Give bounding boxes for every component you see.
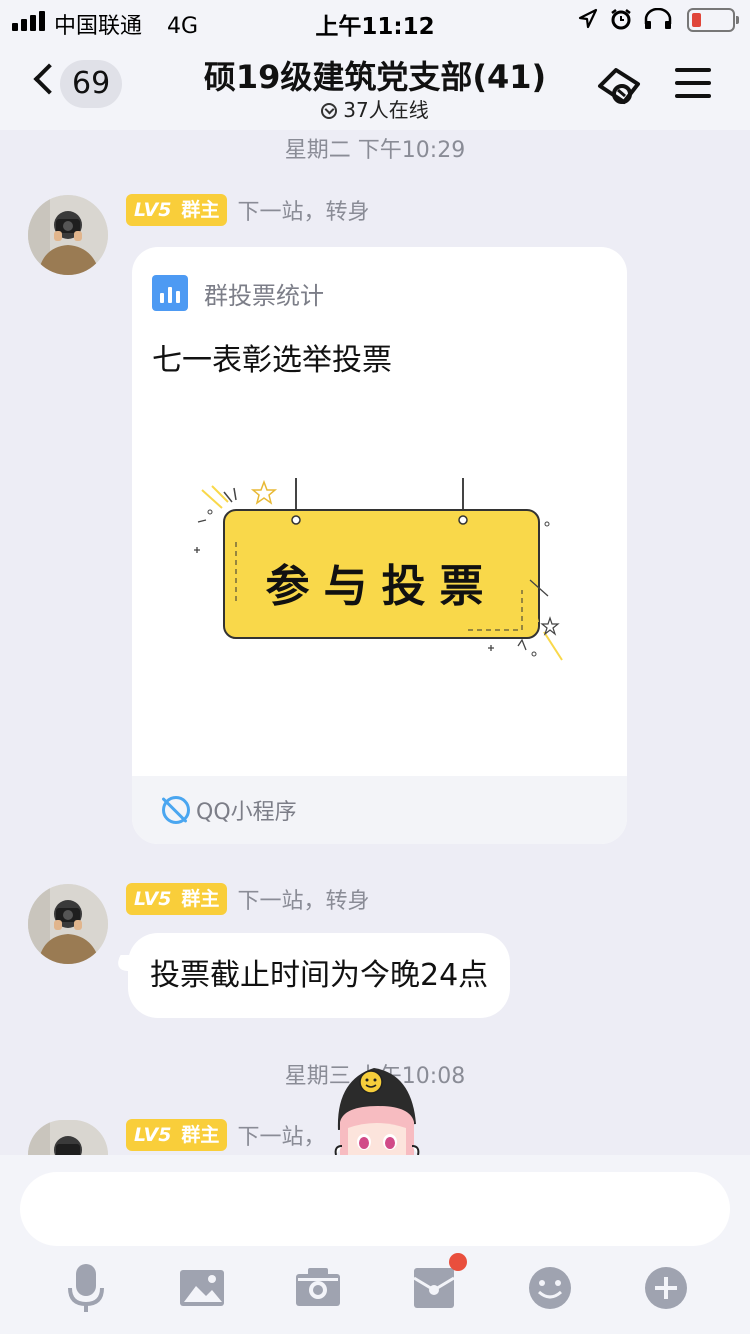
role-label: 群主 [181,1124,220,1146]
poll-chart-icon [152,275,188,311]
sender-name: 下一站，转身 [237,200,370,225]
level-badge: LV5 群主 [126,194,228,226]
emoji-icon [529,1267,571,1309]
status-bar: 中国联通 4G 上午11:12 [0,0,750,40]
level-badge: LV5 群主 [126,1119,228,1151]
avatar[interactable] [28,195,108,275]
camera-icon [296,1268,340,1306]
back-button[interactable]: 69 [28,56,128,112]
headphones-icon [642,7,674,35]
card-footer: QQ小程序 [132,776,627,844]
anime-girl-sticker[interactable] [326,1060,426,1156]
level-label: LV5 [134,888,172,910]
voice-button[interactable] [58,1260,114,1316]
notification-dot [449,1253,467,1271]
sender-name: 下一站， [237,1125,326,1150]
unread-count-badge: 69 [60,60,123,108]
message-input[interactable] [20,1172,730,1246]
plus-icon [645,1267,687,1309]
card-header: 群投票统计 [152,275,324,311]
online-status[interactable]: 37人在线 [150,94,600,123]
level-label: LV5 [134,1124,172,1146]
card-app-label: 群投票统计 [204,281,324,310]
timestamp: 星期二 下午10:29 [284,138,466,163]
card-title: 七一表彰选举投票 [152,343,392,378]
input-toolbar [0,1260,750,1316]
avatar[interactable] [28,884,108,964]
nav-bar: 69 硕19级建筑党支部(41) 37人在线 [0,40,750,130]
chat-title[interactable]: 硕19级建筑党支部(41) [150,52,600,98]
vote-sign-text: 参与投票 [265,561,498,612]
image-icon [180,1270,224,1306]
level-label: LV5 [134,199,172,221]
status-time: 上午11:12 [315,14,435,40]
sender-info: LV5 群主 下一站， [126,1119,325,1151]
photo-button[interactable] [174,1260,230,1316]
ticket-button[interactable] [594,66,644,108]
sender-name: 下一站，转身 [237,889,370,914]
microphone-icon [68,1264,104,1312]
alarm-icon [610,8,632,35]
role-label: 群主 [181,888,220,910]
battery-icon [687,8,739,32]
sender-info: LV5 群主 下一站，转身 [126,194,369,226]
location-icon [578,8,598,35]
menu-button[interactable] [675,68,711,100]
chevron-circle-icon [321,103,338,119]
mini-program-icon [162,796,190,824]
mini-program-label: QQ小程序 [196,800,297,825]
mini-program-card[interactable]: 群投票统计 七一表彰选举投票 参与投票 QQ小程序 [132,247,627,844]
role-label: 群主 [181,199,220,221]
emoji-button[interactable] [522,1260,578,1316]
avatar[interactable] [28,1120,108,1155]
text-message-bubble[interactable]: 投票截止时间为今晚24点 [128,933,511,1018]
more-button[interactable] [638,1260,694,1316]
ticket-icon [598,68,640,104]
online-count: 37人在线 [343,98,429,122]
camera-button[interactable] [290,1260,346,1316]
level-badge: LV5 群主 [126,883,228,915]
sender-info: LV5 群主 下一站，转身 [126,883,369,915]
